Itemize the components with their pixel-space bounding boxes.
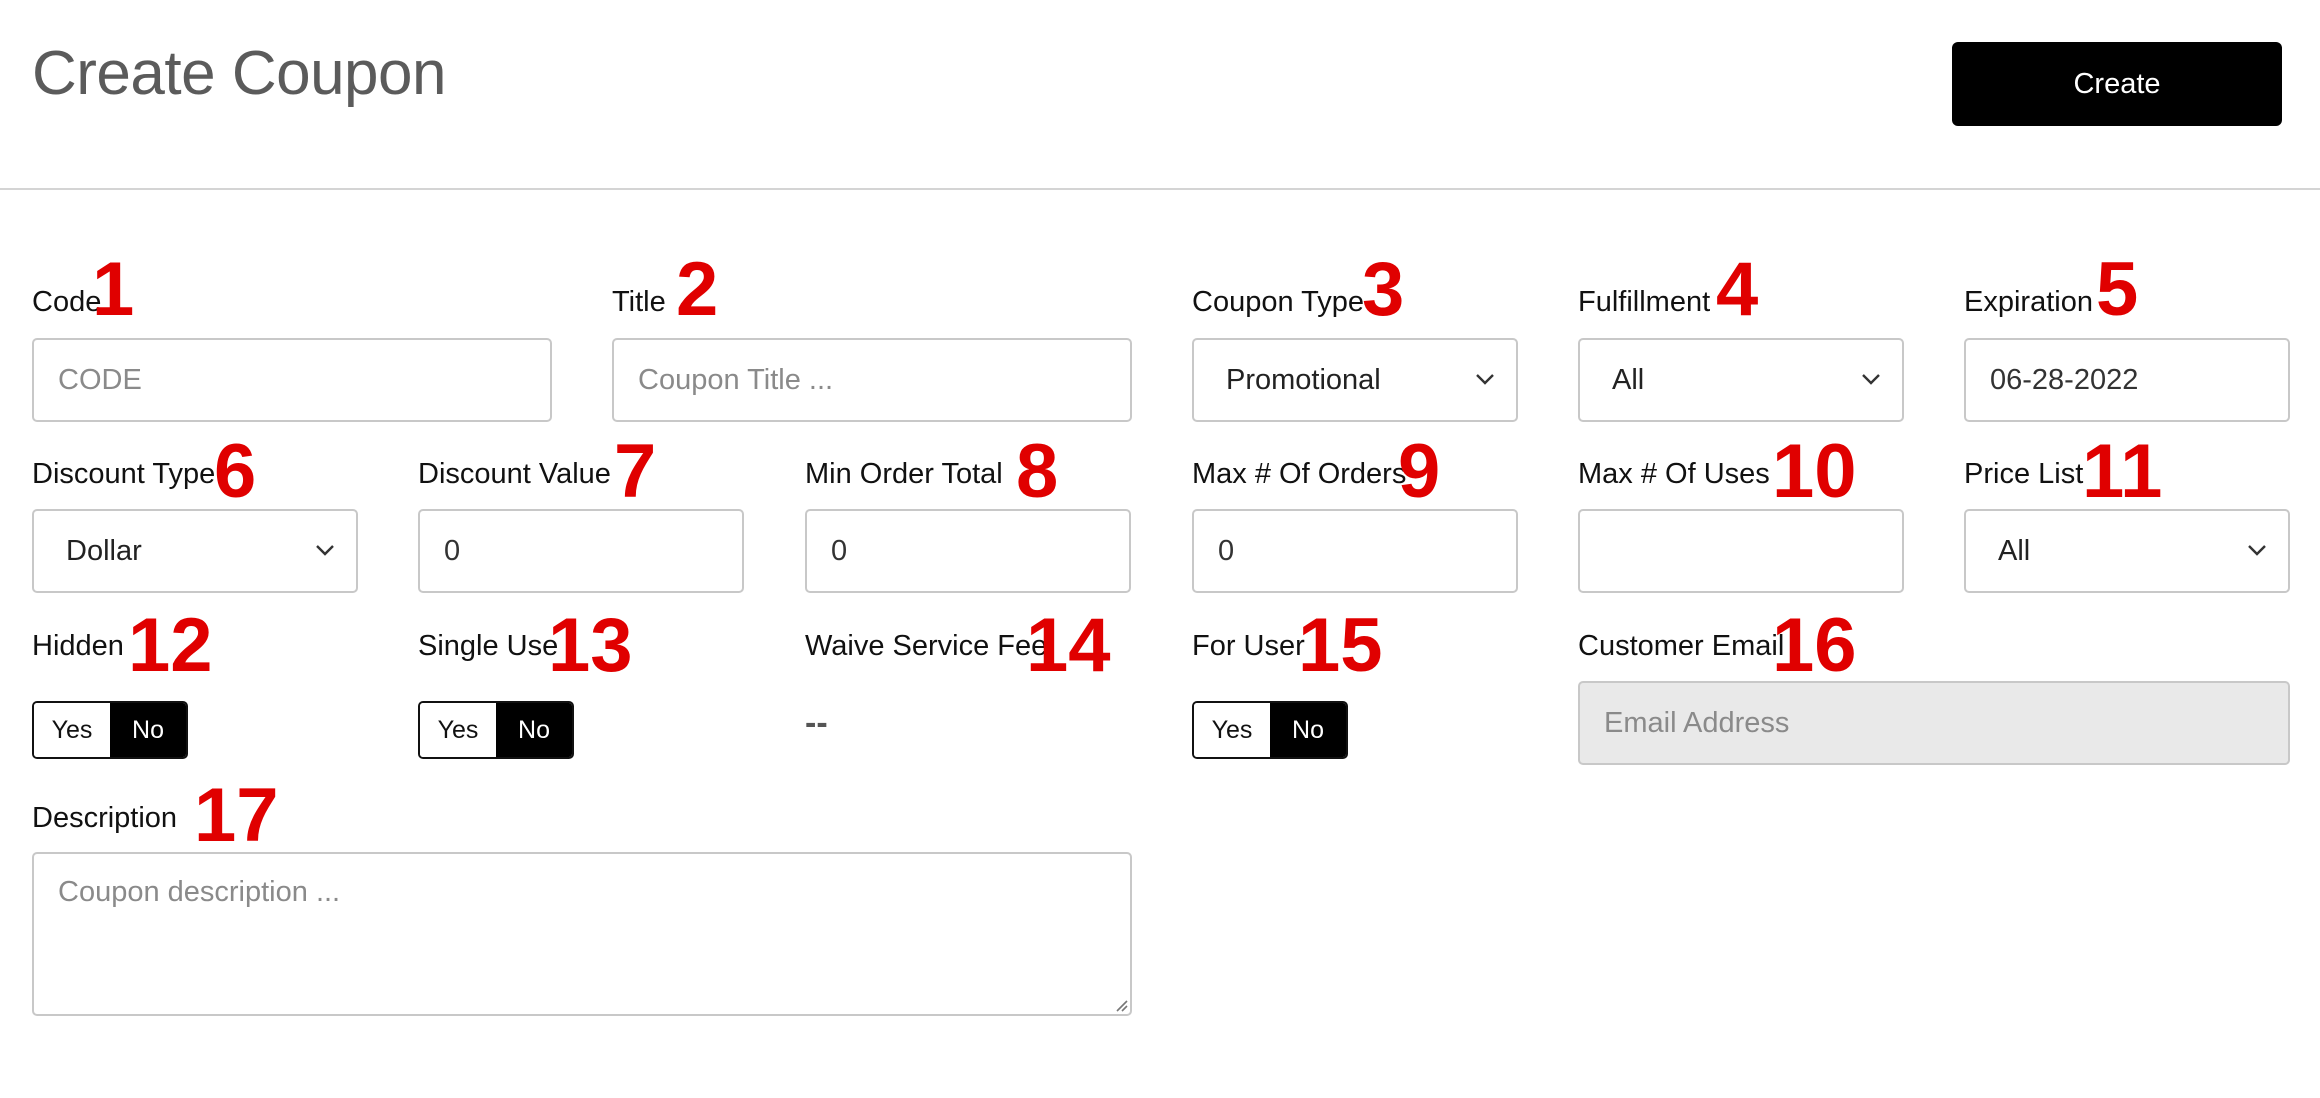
chevron-down-icon bbox=[1476, 374, 1494, 385]
marker-17: 17 bbox=[194, 773, 279, 858]
hidden-label: Hidden bbox=[32, 630, 124, 662]
expiration-label: Expiration bbox=[1964, 286, 2093, 318]
for-user-toggle: Yes No bbox=[1192, 701, 1348, 759]
create-button[interactable]: Create bbox=[1952, 42, 2282, 126]
marker-13: 13 bbox=[548, 603, 633, 688]
hidden-no-option[interactable]: No bbox=[110, 703, 186, 757]
chevron-down-icon bbox=[316, 545, 334, 556]
price-list-value: All bbox=[1998, 534, 2031, 567]
for-user-label: For User bbox=[1192, 630, 1305, 662]
max-uses-input[interactable] bbox=[1578, 509, 1904, 593]
coupon-type-select[interactable]: Promotional bbox=[1192, 338, 1518, 422]
code-label: Code bbox=[32, 286, 102, 318]
marker-14: 14 bbox=[1026, 603, 1111, 688]
for-user-yes-option[interactable]: Yes bbox=[1194, 703, 1270, 757]
customer-email-label: Customer Email bbox=[1578, 630, 1785, 662]
max-orders-label: Max # Of Orders bbox=[1192, 458, 1407, 490]
waive-service-fee-value: -- bbox=[805, 704, 828, 742]
marker-11: 11 bbox=[2082, 429, 2163, 514]
price-list-label: Price List bbox=[1964, 458, 2084, 490]
max-uses-label: Max # Of Uses bbox=[1578, 458, 1770, 490]
marker-1: 1 bbox=[92, 247, 135, 332]
fulfillment-select[interactable]: All bbox=[1578, 338, 1904, 422]
chevron-down-icon bbox=[1862, 374, 1880, 385]
title-label: Title bbox=[612, 286, 666, 318]
resize-grip-icon[interactable] bbox=[1112, 996, 1128, 1012]
discount-type-label: Discount Type bbox=[32, 458, 216, 490]
page-title: Create Coupon bbox=[32, 39, 447, 108]
expiration-date-input[interactable] bbox=[1964, 338, 2290, 422]
customer-email-input[interactable] bbox=[1578, 681, 2290, 765]
discount-type-value: Dollar bbox=[66, 534, 142, 567]
fulfillment-value: All bbox=[1612, 363, 1645, 396]
discount-value-label: Discount Value bbox=[418, 458, 611, 490]
marker-9: 9 bbox=[1398, 429, 1441, 514]
marker-5: 5 bbox=[2096, 247, 2139, 332]
discount-value-input[interactable] bbox=[418, 509, 744, 593]
waive-service-fee-label: Waive Service Fee bbox=[805, 630, 1048, 662]
single-use-yes-option[interactable]: Yes bbox=[420, 703, 496, 757]
hidden-yes-option[interactable]: Yes bbox=[34, 703, 110, 757]
marker-16: 16 bbox=[1772, 603, 1857, 688]
hidden-toggle: Yes No bbox=[32, 701, 188, 759]
marker-6: 6 bbox=[214, 429, 257, 514]
single-use-toggle: Yes No bbox=[418, 701, 574, 759]
title-input[interactable] bbox=[612, 338, 1132, 422]
min-order-total-input[interactable] bbox=[805, 509, 1131, 593]
page-header: Create Coupon Create bbox=[0, 0, 2320, 190]
marker-2: 2 bbox=[676, 247, 719, 332]
marker-8: 8 bbox=[1016, 429, 1059, 514]
coupon-type-value: Promotional bbox=[1226, 363, 1381, 396]
price-list-select[interactable]: All bbox=[1964, 509, 2290, 593]
chevron-down-icon bbox=[2248, 545, 2266, 556]
max-orders-input[interactable] bbox=[1192, 509, 1518, 593]
marker-15: 15 bbox=[1298, 603, 1383, 688]
marker-4: 4 bbox=[1716, 247, 1759, 332]
discount-type-select[interactable]: Dollar bbox=[32, 509, 358, 593]
min-order-total-label: Min Order Total bbox=[805, 458, 1003, 490]
code-input[interactable] bbox=[32, 338, 552, 422]
marker-3: 3 bbox=[1362, 247, 1405, 332]
description-textarea[interactable] bbox=[32, 852, 1132, 1016]
marker-7: 7 bbox=[614, 429, 657, 514]
marker-12: 12 bbox=[128, 603, 213, 688]
single-use-no-option[interactable]: No bbox=[496, 703, 572, 757]
fulfillment-label: Fulfillment bbox=[1578, 286, 1711, 318]
coupon-type-label: Coupon Type bbox=[1192, 286, 1364, 318]
for-user-no-option[interactable]: No bbox=[1270, 703, 1346, 757]
single-use-label: Single Use bbox=[418, 630, 559, 662]
description-label: Description bbox=[32, 802, 178, 834]
marker-10: 10 bbox=[1772, 429, 1857, 514]
